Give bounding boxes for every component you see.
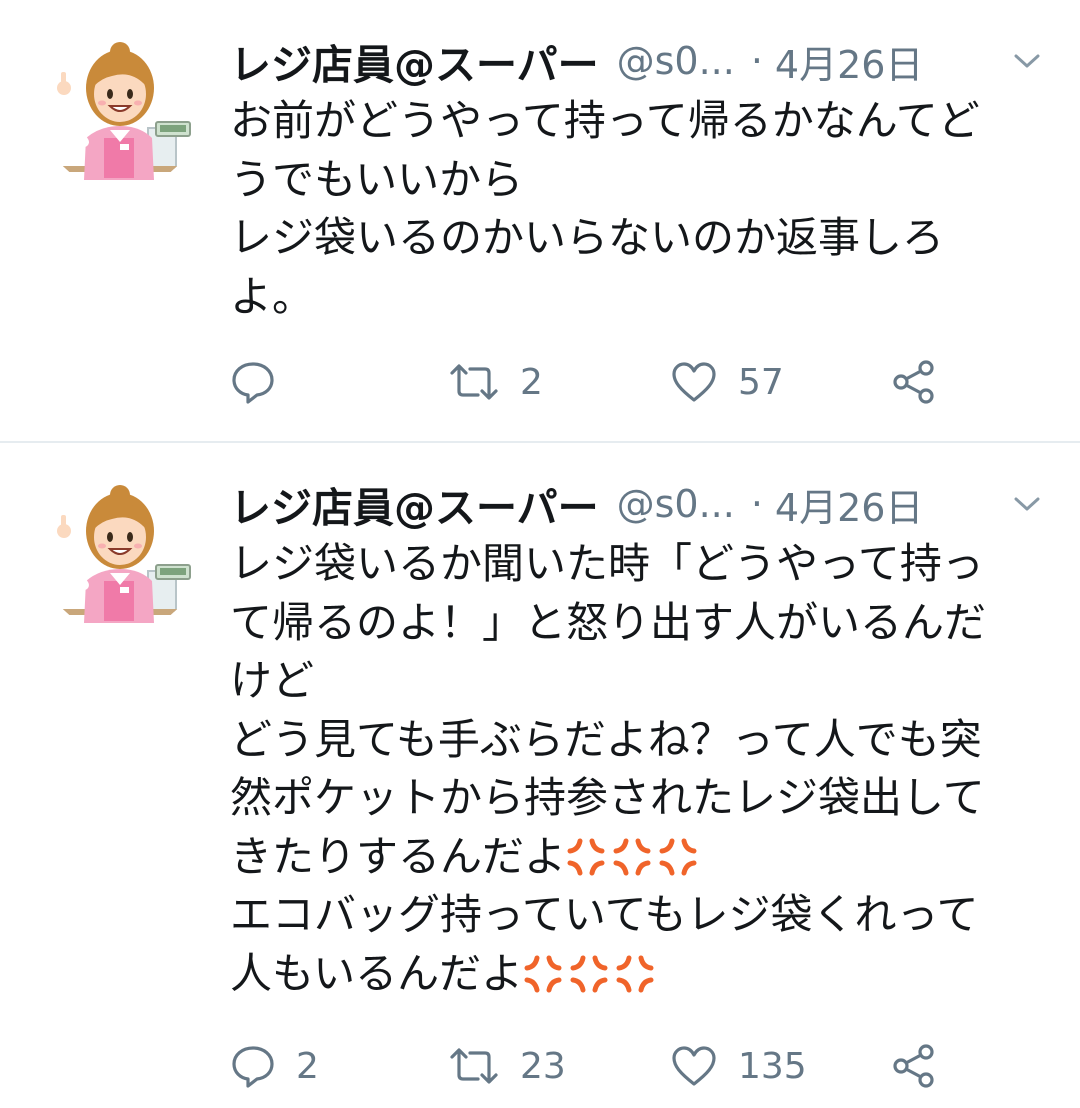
tweet-text-segment: 人もいるんだよ <box>230 948 524 998</box>
separator: · <box>750 482 763 526</box>
tweet-text-line: て帰るのよ！」と怒り出す人がいるんだ <box>230 597 987 647</box>
heart-icon <box>672 362 716 402</box>
tweet-header: レジ店員@スーパー @s0... · 4月26日 <box>230 477 1050 532</box>
tweet-date[interactable]: 4月26日 <box>775 34 924 89</box>
user-handle[interactable]: @s0... <box>617 482 735 526</box>
tweet-text-line: うでもいいから <box>230 154 524 204</box>
tweet-text-line: よ。 <box>230 271 315 321</box>
tweet-text-line: きたりするんだよ <box>230 828 1040 887</box>
tweet-text-segment: きたりするんだよ <box>230 831 567 881</box>
anger-symbol-emoji <box>612 837 652 877</box>
like-count: 135 <box>738 1045 807 1087</box>
anger-symbol-emoji <box>566 837 606 877</box>
reply-count: 2 <box>296 1045 319 1087</box>
retweet-count: 2 <box>520 361 543 403</box>
anger-symbol-emoji <box>615 954 655 994</box>
tweet-header: レジ店員@スーパー @s0... · 4月26日 <box>230 34 1050 89</box>
tweet-text-line: 然ポケットから持参されたレジ袋出して <box>230 773 985 822</box>
reply-button[interactable] <box>230 357 296 407</box>
tweet[interactable]: レジ店員@スーパー @s0... · 4月26日 レジ袋いるか聞いた時「どうやっ… <box>0 443 1080 1108</box>
avatar[interactable] <box>40 473 200 633</box>
tweet-text-line: 人もいるんだよ <box>230 945 1040 1004</box>
reply-button[interactable]: 2 <box>230 1041 319 1091</box>
share-button[interactable] <box>890 1041 938 1091</box>
retweet-button[interactable]: 23 <box>448 1041 566 1091</box>
like-count: 57 <box>738 361 784 403</box>
tweet-text: お前がどうやって持って帰るかなんてど うでもいいから レジ袋いるのかいらないのか… <box>230 92 1040 326</box>
tweet-text-line: お前がどうやって持って帰るかなんてど <box>230 96 980 145</box>
cashier-avatar-image <box>40 473 200 633</box>
chevron-down-icon[interactable] <box>1010 489 1044 519</box>
tweet-text-line: レジ袋いるか聞いた時「どうやって持っ <box>230 539 984 588</box>
retweet-icon <box>450 1048 498 1084</box>
heart-icon <box>672 1046 716 1086</box>
tweet-text-line: どう見ても手ぶらだよね？って人でも突 <box>230 714 982 764</box>
retweet-icon <box>450 364 498 400</box>
tweet-text-line: けど <box>230 656 315 705</box>
tweet-actions: 2 57 <box>230 357 1040 407</box>
share-icon <box>893 1044 934 1088</box>
reply-icon <box>232 362 274 404</box>
cashier-avatar-image <box>40 30 200 190</box>
tweet-date[interactable]: 4月26日 <box>775 477 924 532</box>
share-button[interactable] <box>890 357 938 407</box>
anger-symbol-emoji <box>569 954 609 994</box>
like-button[interactable]: 57 <box>670 357 784 407</box>
user-handle[interactable]: @s0... <box>617 39 735 83</box>
tweet-actions: 2 23 135 <box>230 1041 1040 1091</box>
tweet-text: レジ袋いるか聞いた時「どうやって持っ て帰るのよ！」と怒り出す人がいるんだ けど… <box>230 535 1040 1003</box>
retweet-button[interactable]: 2 <box>448 357 543 407</box>
tweet-text-line: エコバッグ持っていてもレジ袋くれって <box>230 890 979 939</box>
reply-icon <box>232 1046 274 1088</box>
display-name[interactable]: レジ店員@スーパー <box>230 474 599 534</box>
separator: · <box>750 39 763 83</box>
share-icon <box>893 360 934 404</box>
tweet-text-line: レジ袋いるのかいらないのか返事しろ <box>230 213 945 262</box>
tweet[interactable]: レジ店員@スーパー @s0... · 4月26日 お前がどうやって持って帰るかな… <box>0 0 1080 443</box>
anger-symbol-emoji <box>658 837 698 877</box>
retweet-count: 23 <box>520 1045 566 1087</box>
like-button[interactable]: 135 <box>670 1041 807 1091</box>
chevron-down-icon[interactable] <box>1010 46 1044 76</box>
anger-symbol-emoji <box>523 954 563 994</box>
display-name[interactable]: レジ店員@スーパー <box>230 31 599 91</box>
avatar[interactable] <box>40 30 200 190</box>
